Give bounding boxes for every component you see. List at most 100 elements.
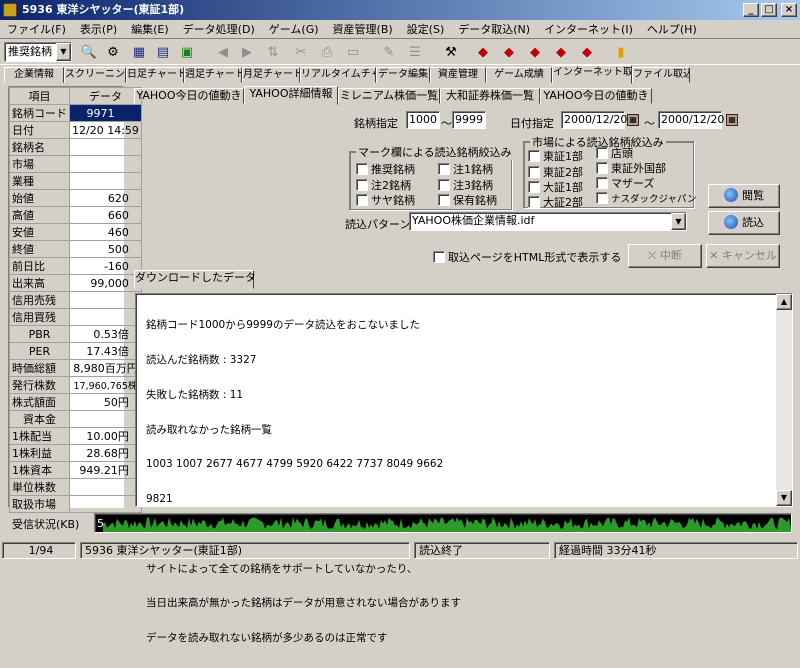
tab-daiwa-list[interactable]: 大和証券株価一覧 <box>440 88 540 104</box>
date-from-input[interactable]: 2000/12/20 <box>561 111 627 129</box>
disk5-icon[interactable]: ◆ <box>576 42 598 63</box>
row-value[interactable] <box>69 172 142 190</box>
checkbox-ose1[interactable]: 大証1部 <box>528 181 583 194</box>
row-value[interactable]: 460 <box>69 223 142 241</box>
stop-button[interactable]: ⛌ 中断 <box>628 244 702 268</box>
minimize-button[interactable]: _ <box>743 3 759 17</box>
tools-icon[interactable]: ⚒ <box>440 42 462 63</box>
code-to-input[interactable]: 9999 <box>452 111 486 129</box>
stock-filter-select[interactable]: 推奨銘柄 ▼ <box>4 42 72 62</box>
menu-internet[interactable]: インターネット(I) <box>537 20 640 39</box>
menu-view[interactable]: 表示(P) <box>73 20 124 39</box>
checkbox-note3[interactable]: 注3銘柄 <box>438 179 493 192</box>
date-to-input[interactable]: 2000/12/20 <box>658 111 724 129</box>
tab-daily-chart[interactable]: 日足チャート <box>126 67 184 83</box>
chevron-down-icon[interactable]: ▼ <box>671 213 686 230</box>
row-value[interactable]: 9971 <box>69 104 142 122</box>
cut-icon[interactable]: ✂ <box>290 42 312 63</box>
checkbox-holding[interactable]: 保有銘柄 <box>438 194 497 207</box>
checkbox-otc[interactable]: 店頭 <box>596 147 633 160</box>
row-value[interactable]: 660 <box>69 206 142 224</box>
forward-icon[interactable]: ▶ <box>236 42 258 63</box>
tab-game-results[interactable]: ゲーム成績 <box>486 67 552 83</box>
calendar-icon[interactable]: ▦ <box>627 114 639 126</box>
row-value[interactable]: 28.68円 <box>69 444 142 462</box>
pattern-select[interactable]: YAHOO株価企業情報.idf ▼ <box>409 212 687 231</box>
menu-assets[interactable]: 資産管理(B) <box>326 20 400 39</box>
tab-realtime-chart[interactable]: リアルタイムチャート <box>300 67 376 83</box>
checkbox-ose2[interactable]: 大証2部 <box>528 196 583 209</box>
checkbox-tse2[interactable]: 東証2部 <box>528 166 583 179</box>
checkbox-tse-foreign[interactable]: 東証外国部 <box>596 162 666 175</box>
checkbox-nasdaq-japan[interactable]: ナスダックジャパン <box>596 192 697 206</box>
tab-millennium-list[interactable]: ミレニアム株価一覧 <box>338 88 440 104</box>
row-value[interactable]: 10.00円 <box>69 427 142 445</box>
menu-file[interactable]: ファイル(F) <box>0 20 73 39</box>
row-value[interactable] <box>69 308 142 326</box>
tab-monthly-chart[interactable]: 月足チャート <box>242 67 300 83</box>
close-button[interactable]: × <box>781 3 797 17</box>
row-value[interactable]: 949.21円 <box>69 461 142 479</box>
print-icon[interactable]: ⎙ <box>316 42 338 63</box>
sort-icon[interactable]: ⇅ <box>262 42 284 63</box>
checkbox-saya[interactable]: サヤ銘柄 <box>356 194 415 207</box>
menu-game[interactable]: ゲーム(G) <box>262 20 326 39</box>
tab-file-import[interactable]: ファイル取込 <box>632 67 690 83</box>
disk1-icon[interactable]: ◆ <box>472 42 494 63</box>
menu-data[interactable]: データ処理(D) <box>176 20 262 39</box>
checkbox-recommended[interactable]: 推奨銘柄 <box>356 163 415 176</box>
back-icon[interactable]: ◀ <box>212 42 234 63</box>
row-value[interactable]: 0.53倍 <box>69 325 142 343</box>
cancel-button[interactable]: ✕ キャンセル <box>706 244 780 268</box>
tab-downloaded-data[interactable]: ダウンロードしたデータ <box>134 270 256 289</box>
row-value[interactable] <box>69 155 142 173</box>
row-value[interactable] <box>69 495 142 513</box>
browse-button[interactable]: 閲覧 <box>708 184 780 208</box>
disk2-icon[interactable]: ◆ <box>498 42 520 63</box>
row-value[interactable] <box>69 291 142 309</box>
html-view-checkbox[interactable]: 取込ページをHTML形式で表示する <box>433 251 621 264</box>
checkbox-mothers[interactable]: マザーズ <box>596 177 654 190</box>
tab-company-info[interactable]: 企業情報 <box>4 67 64 83</box>
list-icon[interactable]: ☰ <box>404 42 426 63</box>
menu-help[interactable]: ヘルプ(H) <box>640 20 704 39</box>
maximize-button[interactable]: □ <box>761 3 777 17</box>
menu-edit[interactable]: 編集(E) <box>124 20 176 39</box>
checkbox-tse1[interactable]: 東証1部 <box>528 150 583 163</box>
search-icon[interactable]: 🔍 <box>78 42 100 63</box>
row-value[interactable]: 12/20 14:59 <box>69 121 142 139</box>
window-icon[interactable]: ▤ <box>152 42 174 63</box>
tab-yahoo-detail[interactable]: YAHOO詳細情報 <box>244 86 338 105</box>
tab-asset-management[interactable]: 資産管理 <box>430 67 486 83</box>
download-log[interactable]: 銘柄コード1000から9999のデータ読込をおこないました 読込んだ銘柄数 : … <box>135 293 793 644</box>
chevron-down-icon[interactable]: ▼ <box>56 43 71 61</box>
row-value[interactable]: 620 <box>69 189 142 207</box>
exit-door-icon[interactable]: ▮ <box>610 42 632 63</box>
row-value[interactable]: 17.43倍 <box>69 342 142 360</box>
disk4-icon[interactable]: ◆ <box>550 42 572 63</box>
table-icon[interactable]: ▦ <box>128 42 150 63</box>
checkbox-note2[interactable]: 注2銘柄 <box>356 179 411 192</box>
tab-yahoo-today[interactable]: YAHOO今日の値動き <box>134 88 244 104</box>
tab-screening[interactable]: スクリーニング <box>64 67 126 83</box>
marker-icon[interactable]: ✎ <box>378 42 400 63</box>
menu-import[interactable]: データ取込(N) <box>451 20 537 39</box>
tab-data-edit[interactable]: データ編集 <box>376 67 430 83</box>
scroll-down-button[interactable]: ▼ <box>776 490 792 506</box>
checkbox-note1[interactable]: 注1銘柄 <box>438 163 493 176</box>
tab-weekly-chart[interactable]: 週足チャート <box>184 67 242 83</box>
tab-yahoo-today-2[interactable]: YAHOO今日の値動き <box>540 88 652 104</box>
row-value[interactable] <box>69 478 142 496</box>
excel-icon[interactable]: ▣ <box>176 42 198 63</box>
row-value[interactable]: 8,980百万円 <box>69 359 142 377</box>
disk3-icon[interactable]: ◆ <box>524 42 546 63</box>
code-from-input[interactable]: 1000 <box>406 111 440 129</box>
menu-settings[interactable]: 設定(S) <box>400 20 452 39</box>
row-value[interactable] <box>69 410 142 428</box>
tab-internet-import[interactable]: インターネット取込 <box>552 65 632 84</box>
globe-icon[interactable]: ⚙ <box>102 42 124 63</box>
row-value[interactable]: 50円 <box>69 393 142 411</box>
vertical-scrollbar[interactable]: ▲ ▼ <box>776 294 792 506</box>
read-button[interactable]: 読込 <box>708 211 780 235</box>
preview-icon[interactable]: ▭ <box>342 42 364 63</box>
